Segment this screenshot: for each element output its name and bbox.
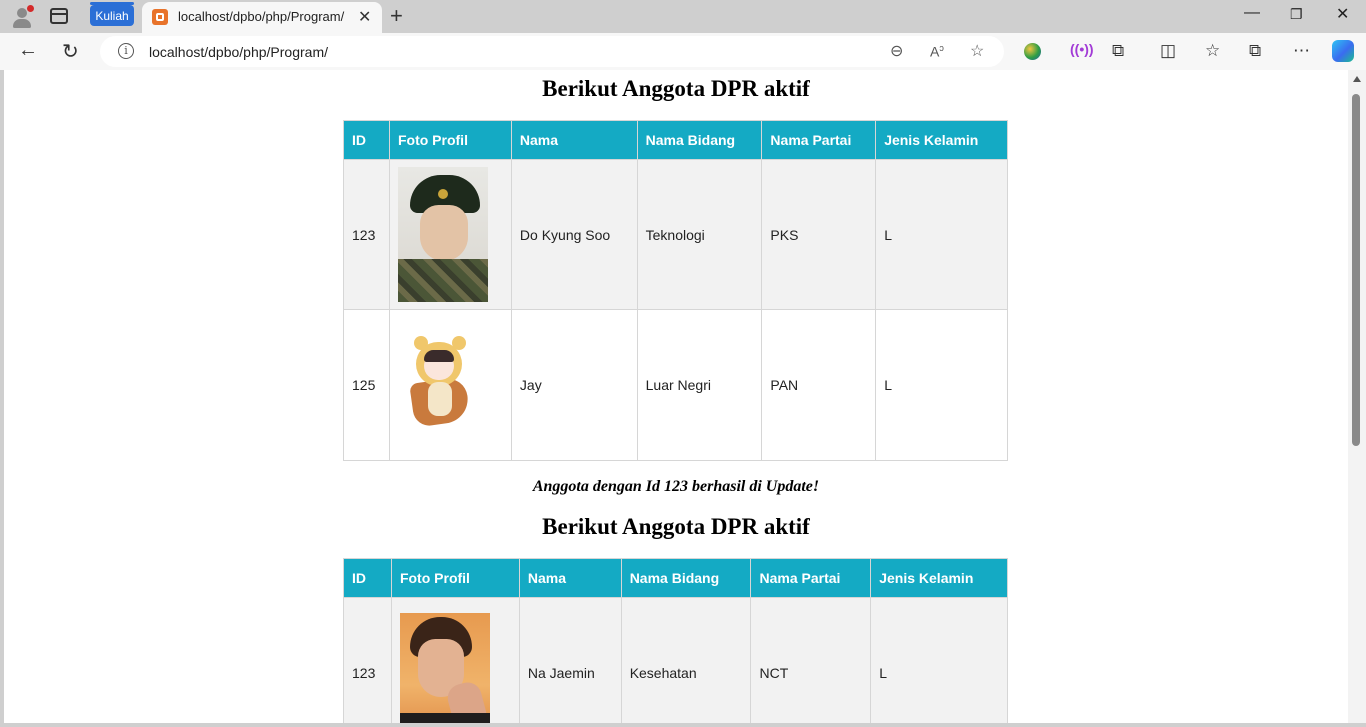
collections-icon[interactable]: ⧉ bbox=[1249, 41, 1261, 61]
table-row: 123 Do Kyung Soo Teknologi PKS L bbox=[343, 159, 1008, 310]
new-tab-icon[interactable]: + bbox=[390, 3, 403, 29]
cartoon-photo bbox=[397, 317, 488, 453]
cell-photo bbox=[388, 159, 512, 310]
site-info-icon[interactable]: i bbox=[118, 43, 134, 59]
scroll-thumb[interactable] bbox=[1352, 94, 1360, 446]
xampp-favicon-icon bbox=[152, 9, 168, 25]
cell-jk: L bbox=[875, 159, 1008, 310]
back-icon[interactable]: ← bbox=[18, 39, 38, 62]
close-tab-icon[interactable]: ✕ bbox=[358, 7, 371, 27]
cell-nama: Jay bbox=[510, 309, 638, 461]
split-screen-icon[interactable]: ◫ bbox=[1160, 41, 1176, 61]
page-heading-2: Berikut Anggota DPR aktif bbox=[542, 514, 810, 539]
cell-photo bbox=[388, 309, 512, 461]
col-bidang: Nama Bidang bbox=[636, 120, 763, 160]
cell-id: 123 bbox=[343, 597, 392, 723]
col-jk: Jenis Kelamin bbox=[875, 120, 1008, 160]
page-viewport: Berikut Anggota DPR aktif ID Foto Profil… bbox=[4, 70, 1348, 723]
cell-photo bbox=[390, 597, 520, 723]
active-tab[interactable]: localhost/dpbo/php/Program/ ✕ bbox=[142, 2, 382, 33]
cell-jk: L bbox=[875, 309, 1008, 461]
update-message: Anggota dengan Id 123 berhasil di Update… bbox=[532, 478, 820, 495]
page-heading: Berikut Anggota DPR aktif bbox=[542, 76, 810, 101]
close-window-icon[interactable]: ✕ bbox=[1336, 4, 1349, 24]
col-jk: Jenis Kelamin bbox=[870, 558, 1008, 598]
scroll-up-arrow-icon[interactable] bbox=[1353, 76, 1361, 82]
refresh-icon[interactable]: ↻ bbox=[62, 39, 79, 64]
col-foto: Foto Profil bbox=[390, 558, 520, 598]
col-partai: Nama Partai bbox=[761, 120, 877, 160]
cell-id: 123 bbox=[343, 159, 390, 310]
cell-partai: PAN bbox=[761, 309, 877, 461]
favorites-icon[interactable]: ☆ bbox=[1205, 41, 1220, 61]
col-nama: Nama bbox=[510, 120, 638, 160]
url-text[interactable]: localhost/dpbo/php/Program/ bbox=[149, 44, 328, 60]
extension-broadcast-icon[interactable]: ((•)) bbox=[1070, 41, 1094, 57]
extensions-puzzle-icon[interactable]: ⧉ bbox=[1112, 41, 1124, 61]
extension-globe-icon[interactable] bbox=[1024, 43, 1041, 60]
portrait-photo bbox=[399, 612, 490, 723]
cell-bidang: Teknologi bbox=[636, 159, 763, 310]
zoom-icon[interactable]: ⊖ bbox=[890, 41, 903, 61]
col-bidang: Nama Bidang bbox=[620, 558, 752, 598]
restore-icon[interactable]: ❐ bbox=[1290, 6, 1303, 23]
col-nama: Nama bbox=[518, 558, 622, 598]
members-table: ID Foto Profil Nama Nama Bidang Nama Par… bbox=[343, 120, 1008, 461]
members-table-2: ID Foto Profil Nama Nama Bidang Nama Par… bbox=[343, 558, 1008, 723]
cell-nama: Do Kyung Soo bbox=[510, 159, 638, 310]
col-id: ID bbox=[343, 558, 392, 598]
address-bar[interactable]: i localhost/dpbo/php/Program/ ⊖ Aↄ ☆ bbox=[100, 36, 1004, 67]
soldier-photo bbox=[397, 167, 488, 302]
cell-bidang: Luar Negri bbox=[636, 309, 763, 461]
cell-id: 125 bbox=[343, 309, 390, 461]
col-id: ID bbox=[343, 120, 390, 160]
tab-group-chip[interactable]: Kuliah bbox=[90, 2, 134, 26]
cell-partai: NCT bbox=[750, 597, 872, 723]
favorite-star-icon[interactable]: ☆ bbox=[970, 41, 984, 61]
cell-partai: PKS bbox=[761, 159, 877, 310]
table-row: 123 Na Jaemin Kesehatan NCT L bbox=[343, 597, 1008, 723]
tab-title: localhost/dpbo/php/Program/ bbox=[178, 9, 345, 24]
browser-toolbar: ← ↻ i localhost/dpbo/php/Program/ ⊖ Aↄ ☆… bbox=[0, 33, 1366, 70]
vertical-scrollbar[interactable] bbox=[1348, 70, 1366, 723]
table-row: 125 Jay Luar Negri PAN L bbox=[343, 309, 1008, 461]
window-bottom-edge bbox=[0, 723, 1366, 727]
table-header-row: ID Foto Profil Nama Nama Bidang Nama Par… bbox=[343, 120, 1008, 160]
table-header-row: ID Foto Profil Nama Nama Bidang Nama Par… bbox=[343, 558, 1008, 598]
cell-nama: Na Jaemin bbox=[518, 597, 622, 723]
read-aloud-icon[interactable]: Aↄ bbox=[930, 43, 944, 60]
more-menu-icon[interactable]: ⋯ bbox=[1293, 41, 1310, 61]
col-partai: Nama Partai bbox=[750, 558, 872, 598]
tab-strip: Kuliah localhost/dpbo/php/Program/ ✕ + —… bbox=[0, 0, 1366, 33]
copilot-icon[interactable] bbox=[1332, 40, 1354, 62]
minimize-icon[interactable]: — bbox=[1244, 4, 1260, 22]
col-foto: Foto Profil bbox=[388, 120, 512, 160]
profile-icon[interactable] bbox=[10, 5, 34, 29]
tab-actions-icon[interactable] bbox=[50, 8, 68, 24]
cell-bidang: Kesehatan bbox=[620, 597, 752, 723]
cell-jk: L bbox=[870, 597, 1008, 723]
